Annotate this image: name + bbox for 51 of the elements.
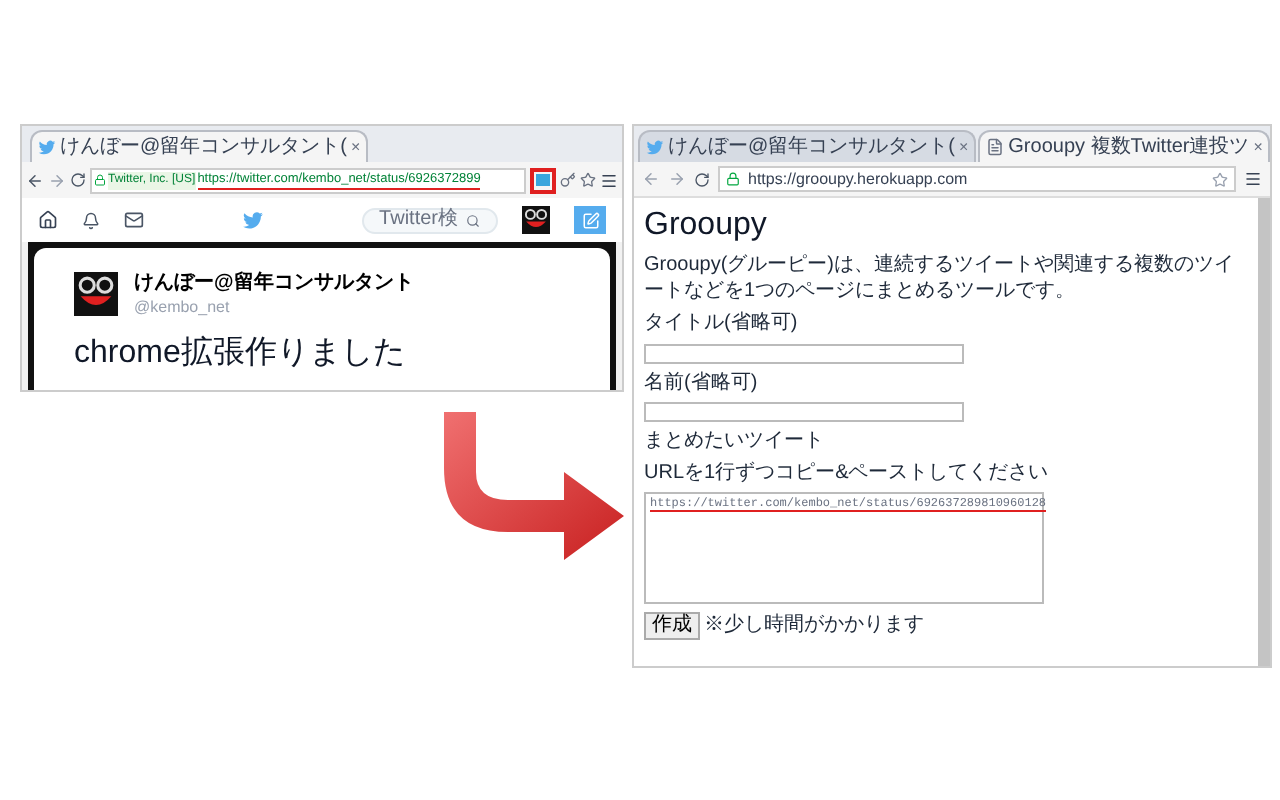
back-icon[interactable] [26,171,44,189]
search-placeholder: Twitter検 [379,210,458,230]
tab-close-button[interactable]: × [1253,139,1263,155]
reload-icon[interactable] [70,172,86,188]
bell-icon[interactable] [82,211,100,229]
compose-button[interactable] [574,206,606,234]
bird-icon [241,211,264,229]
compose-icon [581,211,599,229]
author-handle: @kembo_net [134,297,232,317]
bird-icon [646,139,664,155]
avatar-icon [74,272,118,317]
browser-tab[interactable]: Grooupy 複数Twitter連投ツ × [978,130,1271,162]
hint-text: URLを1行ずつコピー&ペーストしてください [644,461,1051,486]
lock-icon [726,172,740,186]
tab-close-button[interactable]: × [958,139,969,155]
search-field[interactable]: Twitter検 [361,207,498,233]
browser-tab[interactable]: けんぼー@留年コンサルタント( × [638,130,977,162]
menu-icon[interactable] [600,171,618,189]
address-bar[interactable]: https://grooupy.herokuapp.com [718,166,1236,192]
field-label: まとめたいツイート [644,430,826,455]
browser-tab[interactable]: けんぼー@留年コンサルタント( × [30,130,369,162]
tab-close-button[interactable]: × [350,139,361,155]
reload-icon[interactable] [694,171,710,187]
bookmark-star-icon[interactable] [580,172,596,188]
home-icon[interactable] [38,210,58,230]
menu-icon[interactable] [1244,170,1262,188]
field-label: 名前(省略可) [644,371,760,396]
bookmark-star-icon[interactable] [1212,171,1228,187]
key-icon[interactable] [560,172,576,188]
description-text: Grooupy(グルーピー)は、連続するツイートや関連する複数のツイートなどを1つのページにまとめるツールです。 [644,254,1237,304]
lock-icon [94,174,106,186]
curved-arrow-icon [440,411,628,563]
tweet-text: chrome拡張作りました [74,333,407,373]
page-icon [986,138,1005,156]
url-text: https://grooupy.herokuapp.com [748,167,968,191]
input-field[interactable] [644,343,964,363]
create-button[interactable]: 作成 [644,612,700,640]
tab-title: Grooupy 複数Twitter連投ツ [1008,137,1250,157]
extension-button[interactable] [530,167,556,193]
author-name: けんぼー@留年コンサルタント [134,272,414,297]
bird-icon [38,139,56,155]
tab-title: けんぼー@留年コンサルタント( [668,137,955,157]
submit-note: ※少し時間がかかります [704,616,924,636]
field-label: タイトル(省略可) [644,312,800,337]
input-field[interactable] [644,402,964,422]
page-heading: Grooupy [644,206,769,246]
forward-icon[interactable] [668,170,686,188]
mail-icon[interactable] [124,210,144,230]
tab-title: けんぼー@留年コンサルタント( [60,137,347,157]
search-icon [466,213,480,227]
avatar-icon [522,206,550,234]
